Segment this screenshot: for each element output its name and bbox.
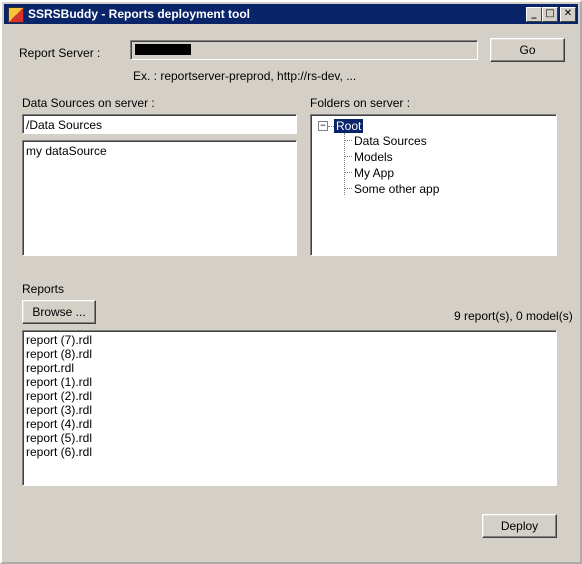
- tree-node-root[interactable]: Root: [334, 119, 364, 133]
- datasources-path-input[interactable]: /Data Sources: [22, 114, 297, 134]
- reports-count: 9 report(s), 0 model(s): [454, 309, 573, 323]
- browse-button[interactable]: Browse ...: [22, 300, 96, 324]
- report-server-input[interactable]: [130, 40, 478, 60]
- tree-node-my-app[interactable]: My App: [354, 166, 394, 180]
- tree-node-some-other-app[interactable]: Some other app: [354, 182, 439, 196]
- reports-label: Reports: [22, 282, 65, 296]
- report-item[interactable]: report (4).rdl: [26, 417, 92, 431]
- report-server-label: Report Server :: [19, 46, 101, 60]
- folders-label: Folders on server :: [310, 96, 411, 110]
- report-item[interactable]: report (1).rdl: [26, 375, 92, 389]
- report-item[interactable]: report (6).rdl: [26, 445, 92, 459]
- report-server-value-redacted: [135, 44, 191, 55]
- report-item[interactable]: report (3).rdl: [26, 403, 92, 417]
- minimize-button[interactable]: _: [526, 7, 542, 22]
- report-item[interactable]: report (8).rdl: [26, 347, 92, 361]
- app-icon: [8, 7, 24, 23]
- main-window: SSRSBuddy - Reports deployment tool _ □ …: [0, 0, 582, 564]
- datasource-item[interactable]: my dataSource: [26, 144, 107, 158]
- deploy-button[interactable]: Deploy: [482, 514, 557, 538]
- close-button[interactable]: ✕: [560, 7, 576, 22]
- reports-list[interactable]: report (7).rdl report (8).rdl report.rdl…: [22, 330, 557, 486]
- tree-connector: [344, 156, 352, 157]
- tree-connector: [344, 133, 345, 195]
- datasources-list[interactable]: my dataSource: [22, 140, 297, 256]
- title-bar[interactable]: SSRSBuddy - Reports deployment tool _ □ …: [4, 4, 578, 24]
- datasources-label: Data Sources on server :: [22, 96, 155, 110]
- datasources-path-value: /Data Sources: [26, 118, 103, 132]
- tree-node-root-label: Root: [334, 119, 364, 133]
- window-title: SSRSBuddy - Reports deployment tool: [28, 7, 251, 21]
- tree-connector: [344, 188, 352, 189]
- tree-connector: [344, 172, 352, 173]
- tree-node-data-sources[interactable]: Data Sources: [354, 134, 427, 148]
- folders-tree[interactable]: − Root Data Sources Models My App Some o…: [310, 114, 557, 256]
- go-button[interactable]: Go: [490, 38, 565, 62]
- collapse-icon[interactable]: −: [318, 121, 328, 131]
- report-item[interactable]: report (7).rdl: [26, 333, 92, 347]
- report-item[interactable]: report (5).rdl: [26, 431, 92, 445]
- tree-connector: [344, 140, 352, 141]
- report-item[interactable]: report (2).rdl: [26, 389, 92, 403]
- report-item[interactable]: report.rdl: [26, 361, 74, 375]
- maximize-button[interactable]: □: [542, 7, 558, 22]
- report-server-hint: Ex. : reportserver-preprod, http://rs-de…: [133, 69, 357, 83]
- tree-node-models[interactable]: Models: [354, 150, 393, 164]
